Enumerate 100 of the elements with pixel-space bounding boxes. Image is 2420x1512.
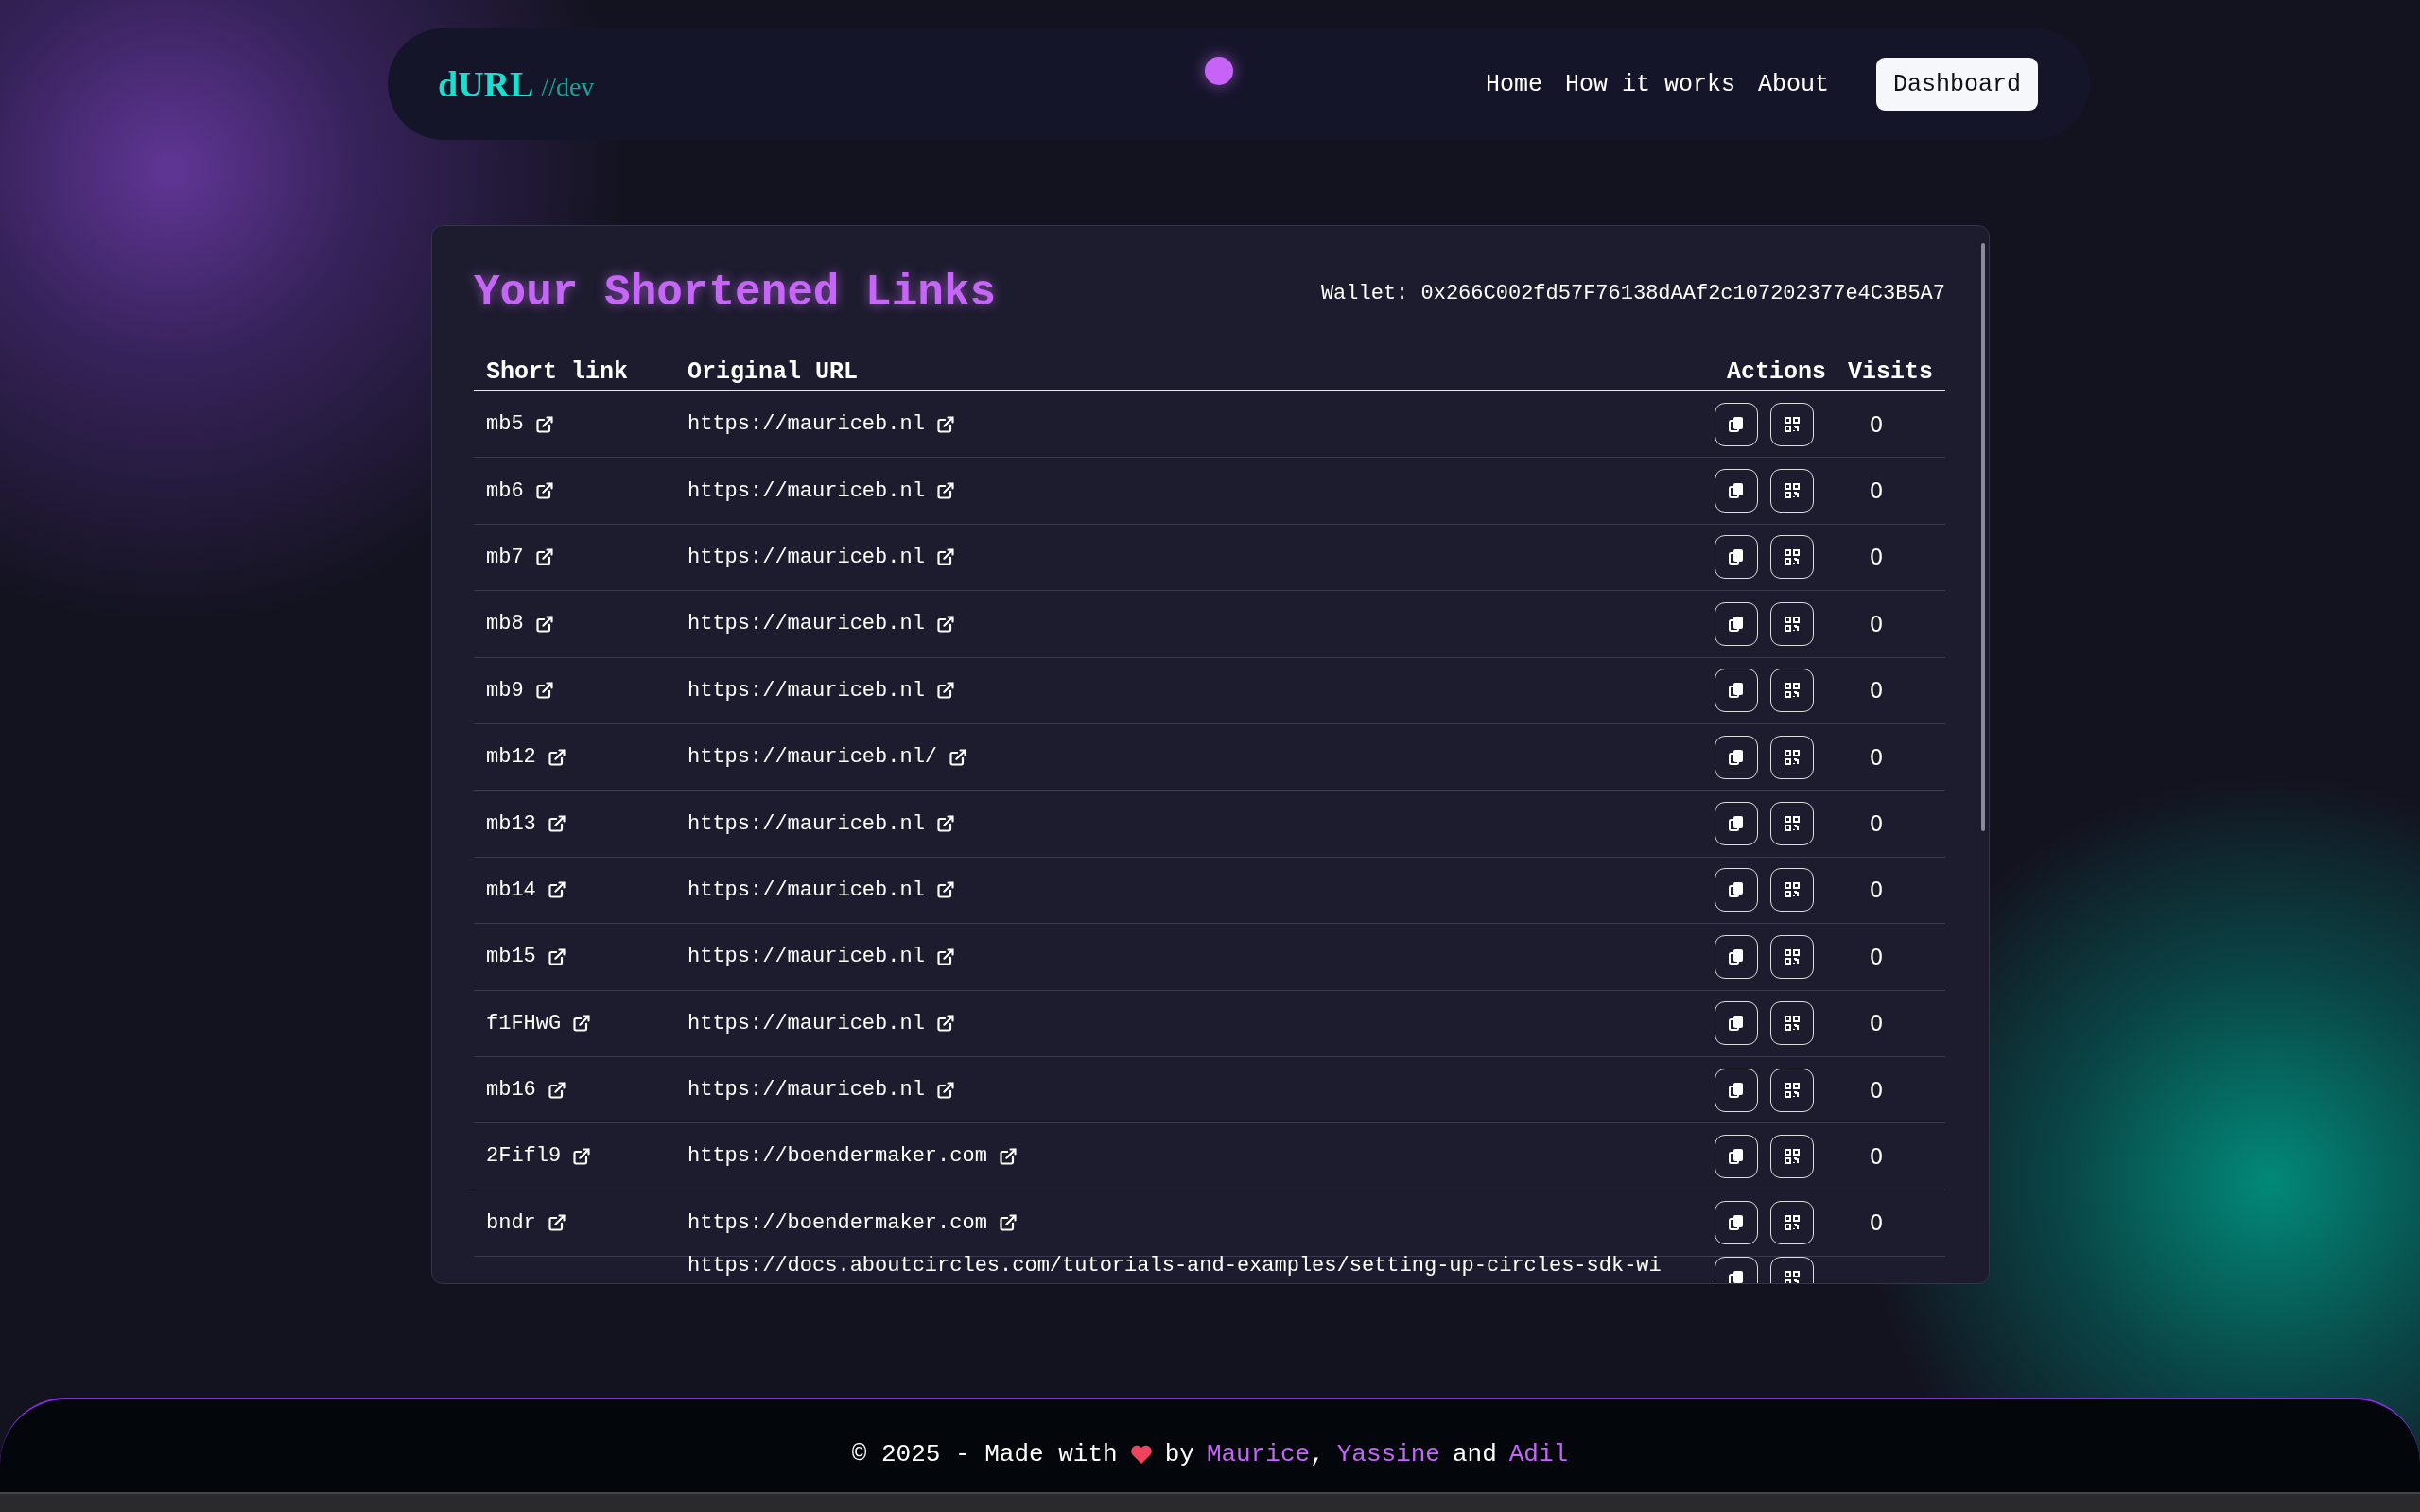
copy-icon <box>1727 614 1746 634</box>
copy-button[interactable] <box>1715 402 1758 446</box>
qr-code-icon <box>1783 1269 1802 1283</box>
column-header: Original URL <box>687 358 860 386</box>
qr-code-icon <box>1783 414 1802 434</box>
visit-count: 0 <box>1868 411 1885 437</box>
column-header: Visits <box>1847 358 1934 386</box>
scrollbar[interactable] <box>1981 243 1985 831</box>
short-link[interactable]: f1FHwG <box>486 1011 592 1035</box>
qr-code-icon <box>1783 814 1802 834</box>
copy-icon <box>1727 1213 1746 1233</box>
copy-button[interactable] <box>1715 535 1758 580</box>
external-link-icon <box>534 414 554 434</box>
external-link-icon <box>935 1014 955 1034</box>
short-link[interactable]: bndr <box>486 1210 566 1235</box>
page-title: Your Shortened Links <box>474 269 997 318</box>
short-link[interactable]: mb5 <box>486 412 554 437</box>
copy-icon <box>1727 880 1746 900</box>
visit-count: 0 <box>1868 611 1885 636</box>
short-link[interactable]: mb13 <box>486 811 566 836</box>
original-url-link[interactable]: https://boendermaker.com <box>688 1144 1018 1169</box>
original-url-link[interactable]: https://boendermaker.com <box>688 1210 1018 1235</box>
qr-code-button[interactable] <box>1770 802 1814 846</box>
copy-button[interactable] <box>1715 868 1758 912</box>
logo-suffix: //dev <box>541 72 595 102</box>
original-url-link[interactable]: https://mauriceb.nl <box>688 412 955 437</box>
nav-link[interactable]: How it works <box>1564 70 1735 98</box>
copy-button[interactable] <box>1715 735 1758 779</box>
copy-button[interactable] <box>1715 934 1758 979</box>
external-link-icon <box>998 1213 1018 1233</box>
qr-code-icon <box>1783 614 1802 634</box>
external-link-icon <box>547 1080 566 1100</box>
original-url-link[interactable]: https://mauriceb.nl <box>688 545 955 569</box>
qr-code-button[interactable] <box>1770 669 1814 713</box>
logo[interactable]: dURL <box>438 63 534 105</box>
original-url-link[interactable]: https://mauriceb.nl/ <box>688 745 968 770</box>
copy-button[interactable] <box>1715 1001 1758 1046</box>
external-link-icon <box>534 681 554 701</box>
qr-code-button[interactable] <box>1770 469 1814 513</box>
external-link-icon <box>935 947 955 966</box>
copy-button[interactable] <box>1715 1135 1758 1178</box>
original-url-link[interactable]: https://docs.aboutcircles.com/tutorials-and-examples/setting-up-circles-sdk-wi <box>688 1257 1662 1277</box>
short-link[interactable]: mb16 <box>486 1078 566 1103</box>
visit-count: 0 <box>1868 478 1885 504</box>
nav-link[interactable]: About <box>1757 70 1829 98</box>
short-link[interactable]: mb8 <box>486 612 554 636</box>
original-url-link[interactable]: https://mauriceb.nl <box>688 678 955 703</box>
qr-code-button[interactable] <box>1770 934 1814 979</box>
external-link-icon <box>547 880 566 900</box>
copy-icon <box>1727 681 1746 701</box>
author-link[interactable]: Yassine <box>1336 1440 1440 1469</box>
external-link-icon <box>534 614 554 634</box>
copy-icon <box>1727 814 1746 834</box>
qr-code-button[interactable] <box>1770 1201 1814 1245</box>
original-url-link[interactable]: https://mauriceb.nl <box>688 878 955 902</box>
visit-count: 0 <box>1868 1210 1885 1236</box>
original-url-link[interactable]: https://mauriceb.nl <box>688 945 955 969</box>
qr-code-button[interactable] <box>1770 402 1814 446</box>
copy-icon <box>1727 1014 1746 1034</box>
copy-button[interactable] <box>1715 1201 1758 1245</box>
original-url-link[interactable]: https://mauriceb.nl <box>688 1078 955 1103</box>
nav-link[interactable]: Home <box>1485 70 1542 98</box>
short-link[interactable]: mb14 <box>486 878 566 902</box>
qr-code-icon <box>1783 1213 1802 1233</box>
copy-icon <box>1727 947 1746 966</box>
qr-code-button[interactable] <box>1770 735 1814 779</box>
dashboard-button[interactable]: Dashboard <box>1875 58 2038 111</box>
short-link[interactable]: mb7 <box>486 545 554 569</box>
qr-code-icon <box>1783 1080 1802 1100</box>
original-url-link[interactable]: https://mauriceb.nl <box>688 811 955 836</box>
qr-code-icon <box>1783 1014 1802 1034</box>
qr-code-icon <box>1783 481 1802 501</box>
qr-code-button[interactable] <box>1770 535 1814 580</box>
copy-icon <box>1727 547 1746 567</box>
original-url-link[interactable]: https://mauriceb.nl <box>688 1011 955 1035</box>
external-link-icon <box>572 1147 592 1166</box>
column-header: Short link <box>485 358 630 386</box>
qr-code-button[interactable] <box>1770 1135 1814 1178</box>
copy-button[interactable] <box>1715 1068 1758 1112</box>
short-link[interactable]: mb6 <box>486 478 554 503</box>
author-link[interactable]: Adil <box>1508 1440 1569 1469</box>
qr-code-button[interactable] <box>1770 868 1814 912</box>
short-link[interactable]: 2Fifl9 <box>486 1144 592 1169</box>
qr-code-button[interactable] <box>1770 601 1814 646</box>
copy-button[interactable] <box>1715 469 1758 513</box>
short-link[interactable]: mb12 <box>486 745 566 770</box>
external-link-icon <box>534 481 554 501</box>
qr-code-button[interactable] <box>1770 1068 1814 1112</box>
original-url-link[interactable]: https://mauriceb.nl <box>688 612 955 636</box>
footer-text: , <box>1310 1440 1325 1469</box>
author-link[interactable]: Maurice <box>1206 1440 1311 1469</box>
original-url-link[interactable]: https://mauriceb.nl <box>688 478 955 503</box>
short-link[interactable]: mb15 <box>486 945 566 969</box>
qr-code-button[interactable] <box>1770 1001 1814 1046</box>
short-link[interactable]: mb9 <box>486 678 554 703</box>
visit-count: 0 <box>1868 1077 1885 1103</box>
visit-count: 0 <box>1868 744 1885 770</box>
copy-button[interactable] <box>1715 802 1758 846</box>
copy-button[interactable] <box>1715 601 1758 646</box>
copy-button[interactable] <box>1715 669 1758 713</box>
